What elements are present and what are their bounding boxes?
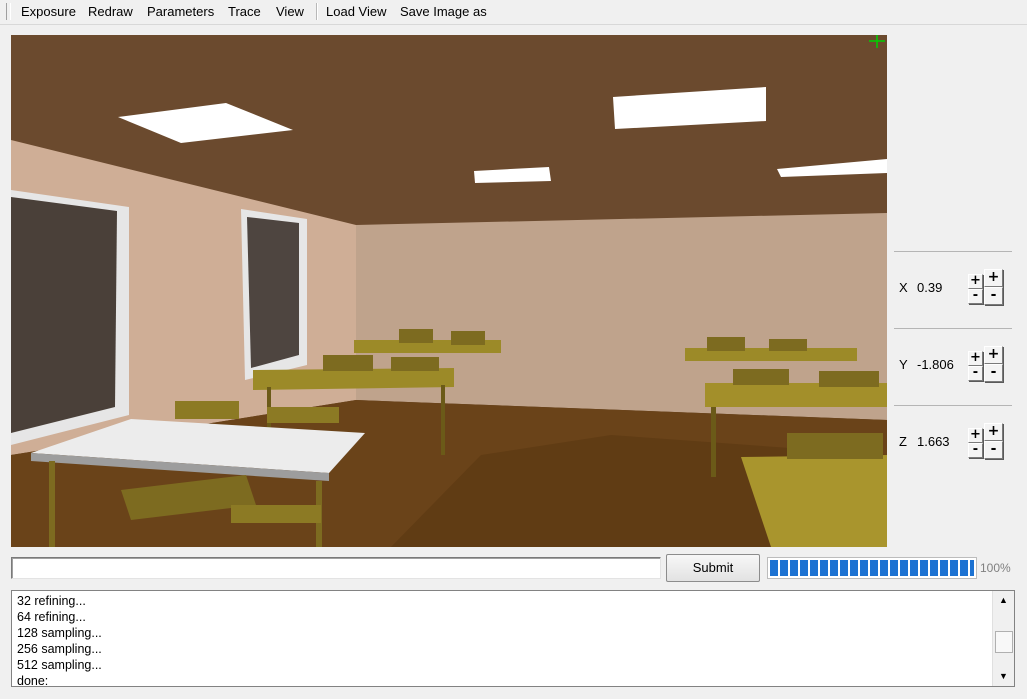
menu-redraw[interactable]: Redraw (88, 4, 133, 20)
coord-x-value: 0.39 (917, 280, 943, 295)
coord-x-stepper: + + - - (966, 268, 1006, 306)
coord-y-stepper: + + - - (966, 345, 1006, 383)
coord-z-value: 1.663 (917, 434, 950, 449)
scroll-thumb[interactable] (995, 631, 1013, 653)
coord-x-label: X (899, 280, 908, 295)
coord-z-label: Z (899, 434, 907, 449)
submit-button[interactable]: Submit (666, 554, 760, 582)
log-line: 512 sampling... (17, 658, 102, 672)
z-coarse-plus-button[interactable]: + (984, 423, 1003, 441)
y-coarse-minus-button[interactable]: - (984, 364, 1003, 382)
z-fine-minus-button[interactable]: - (968, 443, 983, 458)
z-coarse-minus-button[interactable]: - (984, 441, 1003, 459)
z-fine-plus-button[interactable]: + (968, 428, 983, 443)
toolbar-grip (6, 3, 11, 20)
log-lines: 32 refining... 64 refining... 128 sampli… (17, 593, 102, 689)
coord-y-label: Y (899, 357, 908, 372)
x-fine-plus-button[interactable]: + (968, 274, 983, 289)
down-arrow-icon[interactable]: ▼ (993, 668, 1014, 685)
menu-exposure[interactable]: Exposure (21, 4, 76, 20)
log-output[interactable]: 32 refining... 64 refining... 128 sampli… (11, 590, 1015, 689)
y-fine-plus-button[interactable]: + (968, 351, 983, 366)
x-coarse-plus-button[interactable]: + (984, 269, 1003, 287)
coord-row-y: Y -1.806 + + - - (894, 328, 1012, 405)
log-line: done: (17, 674, 49, 688)
coord-z-stepper: + + - - (966, 422, 1006, 460)
log-line: 32 refining... (17, 594, 86, 608)
menu-view[interactable]: View (276, 4, 304, 20)
menu-trace[interactable]: Trace (228, 4, 261, 20)
menu-bar: Exposure Redraw Parameters Trace View Lo… (0, 0, 1027, 25)
menu-parameters[interactable]: Parameters (147, 4, 214, 20)
log-line: 64 refining... (17, 610, 86, 624)
coord-row-z: Z 1.663 + + - - (894, 405, 1012, 482)
progress-fill (770, 560, 974, 576)
coord-y-value: -1.806 (917, 357, 954, 372)
y-coarse-plus-button[interactable]: + (984, 346, 1003, 364)
command-input[interactable] (11, 557, 661, 579)
progress-bar (767, 557, 977, 579)
log-line: 128 sampling... (17, 626, 102, 640)
menu-load-view[interactable]: Load View (326, 4, 386, 20)
classroom-render (11, 35, 887, 547)
coord-row-x: X 0.39 + + - - (894, 251, 1012, 328)
x-fine-minus-button[interactable]: - (968, 289, 983, 304)
log-scrollbar[interactable]: ▲ ▼ (992, 591, 1014, 686)
menu-separator (316, 3, 318, 20)
y-fine-minus-button[interactable]: - (968, 366, 983, 381)
log-line: 256 sampling... (17, 642, 102, 656)
x-coarse-minus-button[interactable]: - (984, 287, 1003, 305)
render-viewport[interactable] (11, 35, 887, 547)
up-arrow-icon[interactable]: ▲ (993, 592, 1014, 609)
menu-save-image[interactable]: Save Image as (400, 4, 487, 20)
progress-percent: 100% (980, 561, 1011, 575)
